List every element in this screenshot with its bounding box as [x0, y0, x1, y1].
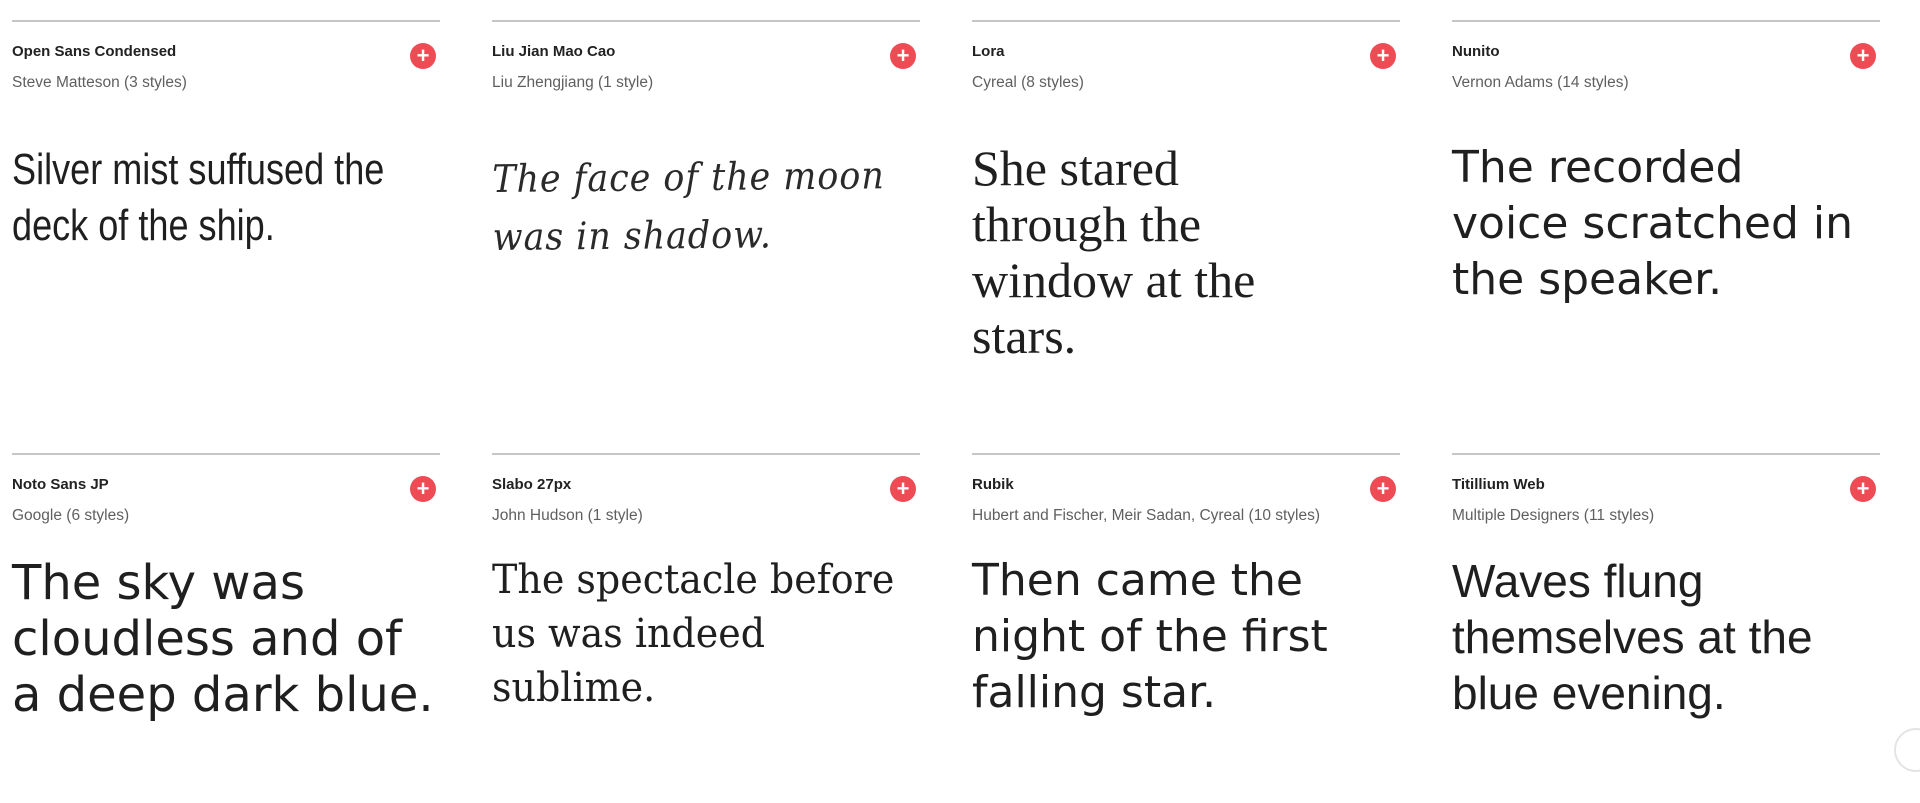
font-card-header: Nunito Vernon Adams (14 styles) + [1452, 22, 1880, 132]
font-sample-text[interactable]: She stared through the window at the sta… [972, 140, 1402, 364]
font-sample-text[interactable]: Waves flung themselves at the blue eveni… [1452, 553, 1882, 721]
font-card-noto-sans-jp[interactable]: Noto Sans JP Google (6 styles) + The sky… [12, 453, 440, 773]
font-card-nunito[interactable]: Nunito Vernon Adams (14 styles) + The re… [1452, 20, 1880, 453]
font-designer: Multiple Designers (11 styles) [1452, 507, 1655, 524]
font-card-header: Open Sans Condensed Steve Matteson (3 st… [12, 22, 440, 132]
font-grid: Open Sans Condensed Steve Matteson (3 st… [12, 20, 1882, 780]
font-designer: Hubert and Fischer, Meir Sadan, Cyreal (… [972, 507, 1321, 524]
font-name[interactable]: Open Sans Condensed [12, 43, 176, 60]
font-sample-text[interactable]: The spectacle before us was indeed subli… [492, 553, 901, 715]
font-designer: Google (6 styles) [12, 507, 130, 524]
font-card-header: Noto Sans JP Google (6 styles) + [12, 455, 440, 565]
font-sample-text[interactable]: The face of the moon was in shadow. [492, 146, 925, 266]
font-name[interactable]: Rubik [972, 476, 1014, 493]
add-font-button[interactable]: + [890, 43, 916, 69]
font-sample-text[interactable]: The recorded voice scratched in the spea… [1452, 140, 1882, 308]
plus-circle-icon: + [416, 43, 430, 68]
plus-circle-icon: + [896, 476, 910, 501]
font-card-slabo-27px[interactable]: Slabo 27px John Hudson (1 style) + The s… [492, 453, 920, 773]
plus-circle-icon: + [1856, 476, 1870, 501]
font-card-header: Rubik Hubert and Fischer, Meir Sadan, Cy… [972, 455, 1400, 565]
plus-circle-icon: + [896, 43, 910, 68]
font-sample-text[interactable]: Silver mist suffused the deck of the shi… [12, 142, 438, 254]
font-name[interactable]: Nunito [1452, 43, 1499, 60]
font-name[interactable]: Slabo 27px [492, 476, 571, 493]
font-designer: Cyreal (8 styles) [972, 74, 1084, 91]
font-card-header: Titillium Web Multiple Designers (11 sty… [1452, 455, 1880, 565]
font-card-lora[interactable]: Lora Cyreal (8 styles) + She stared thro… [972, 20, 1400, 453]
plus-circle-icon: + [1376, 43, 1390, 68]
plus-circle-icon: + [416, 476, 430, 501]
font-card-header: Liu Jian Mao Cao Liu Zhengjiang (1 style… [492, 22, 920, 132]
add-font-button[interactable]: + [1850, 476, 1876, 502]
add-font-button[interactable]: + [890, 476, 916, 502]
font-card-open-sans-condensed[interactable]: Open Sans Condensed Steve Matteson (3 st… [12, 20, 440, 453]
font-sample-text[interactable]: The sky was cloudless and of a deep dark… [12, 555, 442, 723]
add-font-button[interactable]: + [1370, 43, 1396, 69]
font-name[interactable]: Titillium Web [1452, 476, 1545, 493]
scroll-to-top-button[interactable] [1894, 728, 1920, 772]
add-font-button[interactable]: + [1850, 43, 1876, 69]
font-card-header: Slabo 27px John Hudson (1 style) + [492, 455, 920, 565]
font-designer: Steve Matteson (3 styles) [12, 74, 187, 91]
plus-circle-icon: + [1376, 476, 1390, 501]
font-name[interactable]: Liu Jian Mao Cao [492, 43, 615, 60]
font-sample-text[interactable]: Then came the night of the first falling… [972, 553, 1402, 721]
add-font-button[interactable]: + [1370, 476, 1396, 502]
font-card-liu-jian-mao-cao[interactable]: Liu Jian Mao Cao Liu Zhengjiang (1 style… [492, 20, 920, 453]
font-designer: Liu Zhengjiang (1 style) [492, 74, 654, 91]
font-name[interactable]: Lora [972, 43, 1005, 60]
font-card-rubik[interactable]: Rubik Hubert and Fischer, Meir Sadan, Cy… [972, 453, 1400, 773]
font-designer: John Hudson (1 style) [492, 507, 643, 524]
plus-circle-icon: + [1856, 43, 1870, 68]
font-card-header: Lora Cyreal (8 styles) + [972, 22, 1400, 132]
add-font-button[interactable]: + [410, 43, 436, 69]
add-font-button[interactable]: + [410, 476, 436, 502]
font-designer: Vernon Adams (14 styles) [1452, 74, 1629, 91]
font-name[interactable]: Noto Sans JP [12, 476, 109, 493]
font-card-titillium-web[interactable]: Titillium Web Multiple Designers (11 sty… [1452, 453, 1880, 773]
